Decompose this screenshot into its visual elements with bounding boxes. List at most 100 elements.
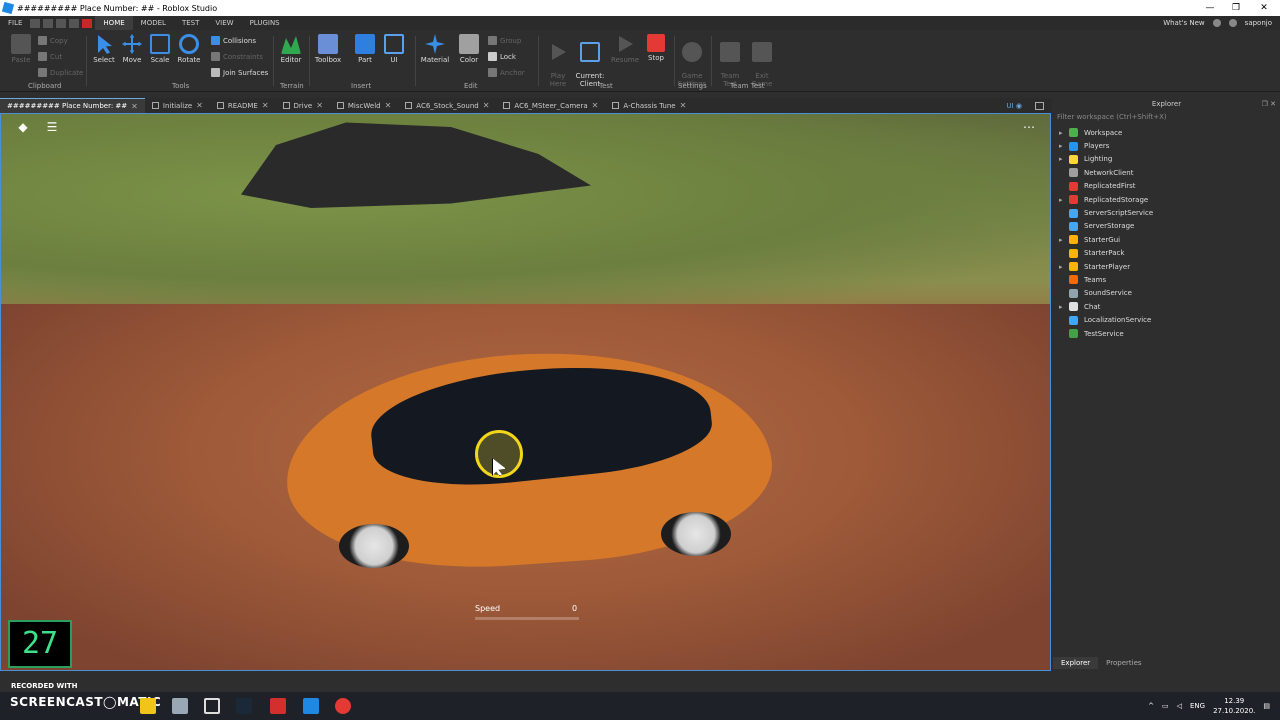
move-button[interactable]: Move <box>117 34 147 64</box>
menu-plugins[interactable]: PLUGINS <box>242 16 288 30</box>
quick-access-undo-icon[interactable] <box>43 18 54 28</box>
tab-readme[interactable]: README ✕ <box>210 98 276 113</box>
explorer-item[interactable]: ServerStorage <box>1053 220 1280 233</box>
panel-controls-icon[interactable]: ❐ ✕ <box>1262 98 1276 110</box>
explorer-item[interactable]: LocalizationService <box>1053 313 1280 326</box>
constraints-toggle[interactable]: Constraints <box>211 52 263 61</box>
tab-drive[interactable]: Drive ✕ <box>276 98 330 113</box>
maximize-button[interactable]: ❐ <box>1222 0 1250 16</box>
volume-icon[interactable]: ◁ <box>1177 702 1182 710</box>
play-here-button[interactable]: Play Here <box>543 34 573 88</box>
store-icon[interactable] <box>172 698 188 714</box>
toolbox-button[interactable]: Toolbox <box>313 34 343 64</box>
share-icon[interactable] <box>1212 19 1221 27</box>
user-name[interactable]: saponjo <box>1245 19 1272 27</box>
roblox-menu-icon[interactable]: ◆ <box>16 120 30 134</box>
expand-arrow-icon[interactable]: ▸ <box>1059 236 1069 244</box>
expand-arrow-icon[interactable]: ▸ <box>1059 263 1069 271</box>
menu-view[interactable]: VIEW <box>207 16 241 30</box>
expand-arrow-icon[interactable]: ▸ <box>1059 155 1069 163</box>
whats-new-link[interactable]: What's New <box>1163 19 1204 27</box>
file-explorer-icon[interactable] <box>140 698 156 714</box>
game-settings-button[interactable]: Game Settings <box>677 34 707 88</box>
tab-chassis-tune[interactable]: A-Chassis Tune ✕ <box>605 98 693 113</box>
game-viewport[interactable]: ◆ ☰ ⋯ Speed 0 27 S <box>0 113 1051 671</box>
tab-stock-sound[interactable]: AC6_Stock_Sound ✕ <box>398 98 496 113</box>
clock[interactable]: 12.39 27.10.2020. <box>1213 696 1255 716</box>
paste-button[interactable]: Paste <box>6 34 36 64</box>
terrain-editor-button[interactable]: Editor <box>276 34 306 64</box>
resume-button[interactable]: Resume <box>610 34 640 64</box>
close-icon[interactable]: ✕ <box>680 101 687 110</box>
tab-initialize[interactable]: Initialize ✕ <box>145 98 210 113</box>
explorer-item[interactable]: ▸ Workspace <box>1053 126 1280 139</box>
quick-access-new-icon[interactable] <box>69 18 80 28</box>
join-surfaces-toggle[interactable]: Join Surfaces <box>211 68 268 77</box>
task-view-icon[interactable] <box>204 698 220 714</box>
explorer-item[interactable]: ▸ Players <box>1053 139 1280 152</box>
recorder-icon[interactable] <box>335 698 351 714</box>
explorer-item[interactable]: Teams <box>1053 273 1280 286</box>
copy-button[interactable]: Copy <box>38 36 68 45</box>
expand-arrow-icon[interactable]: ▸ <box>1059 142 1069 150</box>
collisions-toggle[interactable]: Collisions <box>211 36 256 45</box>
color-button[interactable]: Color <box>454 34 484 64</box>
part-button[interactable]: Part <box>350 34 380 64</box>
explorer-item[interactable]: ▸ StarterGui <box>1053 233 1280 246</box>
tray-chevron-icon[interactable]: ^ <box>1148 702 1154 710</box>
chat-icon[interactable]: ☰ <box>45 120 59 134</box>
network-icon[interactable]: ▭ <box>1162 702 1169 710</box>
tab-place[interactable]: ######### Place Number: ## ✕ <box>0 98 145 113</box>
exit-game-button[interactable]: Exit Game <box>747 34 777 88</box>
cut-button[interactable]: Cut <box>38 52 62 61</box>
menu-test[interactable]: TEST <box>174 16 207 30</box>
ui-button[interactable]: UI <box>379 34 409 64</box>
quick-access-redo-icon[interactable] <box>56 18 67 28</box>
close-icon[interactable]: ✕ <box>262 101 269 110</box>
close-icon[interactable]: ✕ <box>196 101 203 110</box>
explorer-item[interactable]: ServerScriptService <box>1053 206 1280 219</box>
close-icon[interactable]: ✕ <box>592 101 599 110</box>
app-icon[interactable] <box>270 698 286 714</box>
steam-icon[interactable] <box>236 698 252 714</box>
explorer-item[interactable]: StarterPack <box>1053 247 1280 260</box>
menu-file[interactable]: FILE <box>0 16 30 30</box>
quick-access-save-icon[interactable] <box>30 18 41 28</box>
explorer-item[interactable]: ▸ StarterPlayer <box>1053 260 1280 273</box>
current-client-button[interactable]: Current: Client <box>575 34 605 88</box>
ui-visibility-toggle[interactable]: UI ◉ <box>1006 102 1022 110</box>
explorer-item[interactable]: ▸ Lighting <box>1053 153 1280 166</box>
notifications-icon[interactable]: ▤ <box>1263 702 1270 710</box>
explorer-item[interactable]: ▸ ReplicatedStorage <box>1053 193 1280 206</box>
explorer-item[interactable]: SoundService <box>1053 287 1280 300</box>
close-icon[interactable]: ✕ <box>316 101 323 110</box>
explorer-item[interactable]: ▸ Chat <box>1053 300 1280 313</box>
roblox-studio-taskbar-icon[interactable] <box>303 698 319 714</box>
stop-button[interactable]: Stop <box>641 34 671 62</box>
lock-button[interactable]: Lock <box>488 52 516 61</box>
material-button[interactable]: Material <box>420 34 450 64</box>
group-button[interactable]: Group <box>488 36 521 45</box>
menu-home[interactable]: HOME <box>95 16 133 30</box>
team-test-button[interactable]: Team Test <box>715 34 745 88</box>
minimize-button[interactable]: — <box>1196 0 1224 16</box>
expand-arrow-icon[interactable]: ▸ <box>1059 196 1069 204</box>
close-icon[interactable]: ✕ <box>385 101 392 110</box>
tab-msteer-camera[interactable]: AC6_MSteer_Camera ✕ <box>496 98 605 113</box>
explorer-item[interactable]: ReplicatedFirst <box>1053 180 1280 193</box>
close-button[interactable]: ✕ <box>1250 0 1278 16</box>
help-icon[interactable] <box>1228 19 1237 27</box>
expand-arrow-icon[interactable]: ▸ <box>1059 303 1069 311</box>
maximize-viewport-icon[interactable] <box>1035 101 1044 110</box>
duplicate-button[interactable]: Duplicate <box>38 68 83 77</box>
expand-arrow-icon[interactable]: ▸ <box>1059 129 1069 137</box>
menu-model[interactable]: MODEL <box>133 16 174 30</box>
tab-miscweld[interactable]: MiscWeld ✕ <box>330 98 398 113</box>
select-button[interactable]: Select <box>89 34 119 64</box>
explorer-filter-input[interactable]: Filter workspace (Ctrl+Shift+X) <box>1055 113 1278 123</box>
explorer-item[interactable]: TestService <box>1053 327 1280 340</box>
rotate-button[interactable]: Rotate <box>174 34 204 64</box>
tab-explorer[interactable]: Explorer <box>1053 657 1099 669</box>
tab-properties[interactable]: Properties <box>1098 657 1149 669</box>
quick-access-stop-icon[interactable] <box>82 18 93 28</box>
